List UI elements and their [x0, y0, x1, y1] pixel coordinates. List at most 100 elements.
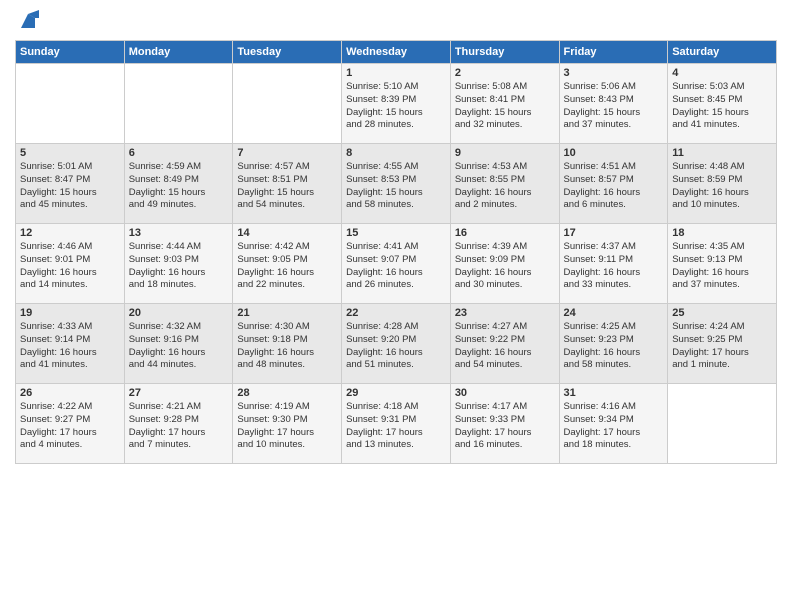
cell-line: Sunset: 9:27 PM: [20, 414, 90, 425]
cell-content: Sunrise: 4:55 AMSunset: 8:53 PMDaylight:…: [346, 161, 446, 212]
cell-line: Sunset: 9:34 PM: [564, 414, 634, 425]
cell-line: Sunset: 8:53 PM: [346, 174, 416, 185]
day-number: 29: [346, 387, 446, 399]
cell-line: and 10 minutes.: [237, 439, 305, 450]
day-number: 30: [455, 387, 555, 399]
cell-line: Sunrise: 4:37 AM: [564, 241, 636, 252]
cell-line: Sunset: 8:47 PM: [20, 174, 90, 185]
calendar-cell: 30 Sunrise: 4:17 AMSunset: 9:33 PMDayligh…: [450, 384, 559, 464]
cell-line: Sunrise: 4:33 AM: [20, 321, 92, 332]
cell-line: Sunrise: 4:59 AM: [129, 161, 201, 172]
cell-line: Sunrise: 4:48 AM: [672, 161, 744, 172]
cell-line: Daylight: 16 hours: [455, 267, 532, 278]
cell-content: Sunrise: 4:59 AMSunset: 8:49 PMDaylight:…: [129, 161, 229, 212]
col-friday: Friday: [559, 41, 668, 64]
logo-icon: [17, 10, 39, 32]
day-number: 12: [20, 227, 120, 239]
calendar-week-3: 12 Sunrise: 4:46 AMSunset: 9:01 PMDayligh…: [16, 224, 777, 304]
cell-line: Daylight: 17 hours: [237, 427, 314, 438]
calendar-cell: 19Sunrise: 4:33 AMSunset: 9:14 PMDayligh…: [16, 304, 125, 384]
cell-line: Sunset: 9:22 PM: [455, 334, 525, 345]
cell-line: Sunrise: 4:21 AM: [129, 401, 201, 412]
day-number: 11: [672, 147, 772, 159]
calendar-cell: 6 Sunrise: 4:59 AMSunset: 8:49 PMDaylight…: [124, 144, 233, 224]
cell-line: Sunrise: 5:01 AM: [20, 161, 92, 172]
calendar-cell: [124, 64, 233, 144]
day-number: 17: [564, 227, 664, 239]
day-number: 25: [672, 307, 772, 319]
cell-line: and 26 minutes.: [346, 279, 414, 290]
calendar-cell: 11Sunrise: 4:48 AMSunset: 8:59 PMDayligh…: [668, 144, 777, 224]
cell-line: Sunset: 9:16 PM: [129, 334, 199, 345]
cell-line: Sunset: 8:57 PM: [564, 174, 634, 185]
day-number: 7: [237, 147, 337, 159]
cell-line: and 1 minute.: [672, 359, 730, 370]
cell-content: Sunrise: 4:37 AMSunset: 9:11 PMDaylight:…: [564, 241, 664, 292]
cell-line: and 30 minutes.: [455, 279, 523, 290]
cell-line: Sunset: 9:28 PM: [129, 414, 199, 425]
cell-content: Sunrise: 4:27 AMSunset: 9:22 PMDaylight:…: [455, 321, 555, 372]
cell-line: and 37 minutes.: [564, 119, 632, 130]
cell-line: Sunset: 9:01 PM: [20, 254, 90, 265]
cell-line: Sunrise: 5:08 AM: [455, 81, 527, 92]
cell-line: Daylight: 16 hours: [20, 267, 97, 278]
calendar-week-5: 26Sunrise: 4:22 AMSunset: 9:27 PMDayligh…: [16, 384, 777, 464]
cell-line: Daylight: 17 hours: [20, 427, 97, 438]
cell-line: and 2 minutes.: [455, 199, 517, 210]
cell-content: Sunrise: 4:46 AMSunset: 9:01 PMDaylight:…: [20, 241, 120, 292]
day-number: 1: [346, 67, 446, 79]
cell-line: and 14 minutes.: [20, 279, 88, 290]
cell-line: Sunrise: 5:06 AM: [564, 81, 636, 92]
calendar-cell: 31Sunrise: 4:16 AMSunset: 9:34 PMDayligh…: [559, 384, 668, 464]
cell-line: and 58 minutes.: [346, 199, 414, 210]
col-tuesday: Tuesday: [233, 41, 342, 64]
cell-line: Sunrise: 4:41 AM: [346, 241, 418, 252]
logo: [15, 10, 39, 32]
cell-content: Sunrise: 4:24 AMSunset: 9:25 PMDaylight:…: [672, 321, 772, 372]
calendar-cell: 4Sunrise: 5:03 AMSunset: 8:45 PMDaylight…: [668, 64, 777, 144]
cell-line: and 28 minutes.: [346, 119, 414, 130]
cell-line: Daylight: 16 hours: [346, 267, 423, 278]
calendar-cell: 7 Sunrise: 4:57 AMSunset: 8:51 PMDaylight…: [233, 144, 342, 224]
cell-line: Sunset: 8:39 PM: [346, 94, 416, 105]
cell-line: Sunrise: 4:19 AM: [237, 401, 309, 412]
calendar-cell: 27Sunrise: 4:21 AMSunset: 9:28 PMDayligh…: [124, 384, 233, 464]
cell-line: Sunrise: 4:18 AM: [346, 401, 418, 412]
cell-line: and 22 minutes.: [237, 279, 305, 290]
cell-line: Sunrise: 4:42 AM: [237, 241, 309, 252]
calendar-cell: 26Sunrise: 4:22 AMSunset: 9:27 PMDayligh…: [16, 384, 125, 464]
day-number: 22: [346, 307, 446, 319]
cell-line: and 41 minutes.: [20, 359, 88, 370]
cell-line: Sunset: 9:09 PM: [455, 254, 525, 265]
cell-line: and 6 minutes.: [564, 199, 626, 210]
cell-line: Daylight: 16 hours: [564, 187, 641, 198]
calendar-cell: 14Sunrise: 4:42 AMSunset: 9:05 PMDayligh…: [233, 224, 342, 304]
cell-line: Sunset: 9:25 PM: [672, 334, 742, 345]
calendar-cell: 10Sunrise: 4:51 AMSunset: 8:57 PMDayligh…: [559, 144, 668, 224]
cell-line: and 32 minutes.: [455, 119, 523, 130]
calendar-cell: 28Sunrise: 4:19 AMSunset: 9:30 PMDayligh…: [233, 384, 342, 464]
cell-content: Sunrise: 4:17 AMSunset: 9:33 PMDaylight:…: [455, 401, 555, 452]
cell-line: and 7 minutes.: [129, 439, 191, 450]
cell-content: Sunrise: 4:18 AMSunset: 9:31 PMDaylight:…: [346, 401, 446, 452]
cell-content: Sunrise: 4:53 AMSunset: 8:55 PMDaylight:…: [455, 161, 555, 212]
calendar-cell: 15Sunrise: 4:41 AMSunset: 9:07 PMDayligh…: [342, 224, 451, 304]
cell-line: and 33 minutes.: [564, 279, 632, 290]
col-thursday: Thursday: [450, 41, 559, 64]
cell-line: Sunset: 9:03 PM: [129, 254, 199, 265]
cell-content: Sunrise: 4:21 AMSunset: 9:28 PMDaylight:…: [129, 401, 229, 452]
cell-line: Sunrise: 4:17 AM: [455, 401, 527, 412]
calendar-cell: 16Sunrise: 4:39 AMSunset: 9:09 PMDayligh…: [450, 224, 559, 304]
calendar-cell: 12 Sunrise: 4:46 AMSunset: 9:01 PMDayligh…: [16, 224, 125, 304]
cell-line: Sunset: 9:20 PM: [346, 334, 416, 345]
cell-content: Sunrise: 4:51 AMSunset: 8:57 PMDaylight:…: [564, 161, 664, 212]
cell-line: Sunset: 9:11 PM: [564, 254, 634, 265]
cell-line: Sunset: 8:41 PM: [455, 94, 525, 105]
cell-line: Sunrise: 4:25 AM: [564, 321, 636, 332]
col-monday: Monday: [124, 41, 233, 64]
cell-content: Sunrise: 4:57 AMSunset: 8:51 PMDaylight:…: [237, 161, 337, 212]
day-number: 3: [564, 67, 664, 79]
col-saturday: Saturday: [668, 41, 777, 64]
cell-content: Sunrise: 4:16 AMSunset: 9:34 PMDaylight:…: [564, 401, 664, 452]
day-number: 6: [129, 147, 229, 159]
